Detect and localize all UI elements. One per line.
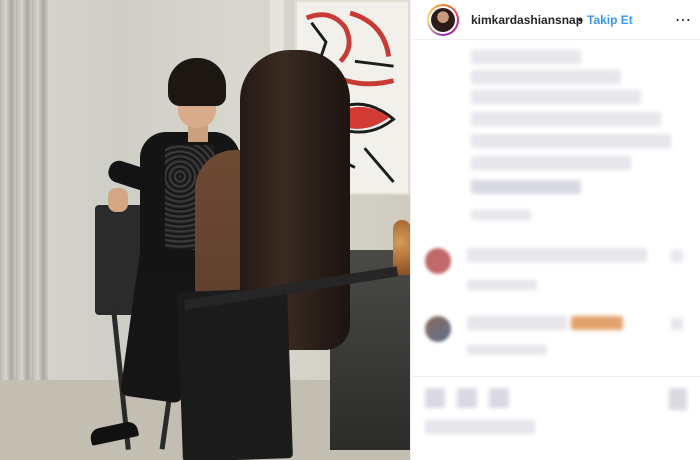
caption-line [471, 112, 661, 126]
caption-line [471, 180, 581, 194]
profile-avatar[interactable] [427, 4, 459, 36]
caption-line [471, 70, 621, 84]
seated-figure-hand [108, 188, 128, 212]
caption-line [471, 134, 671, 148]
follow-button[interactable]: Takip Et [587, 13, 633, 27]
actions-divider [411, 376, 700, 377]
comment-text-pixelated [571, 316, 623, 330]
comment-text-pixelated [467, 248, 647, 262]
seated-figure-hair [168, 58, 226, 106]
right-chair-back [177, 288, 293, 460]
caption-meta [471, 210, 531, 220]
avatar-ring [429, 6, 457, 34]
separator-dot: • [578, 13, 583, 27]
caption-line [471, 90, 641, 104]
commenter-avatar[interactable] [425, 316, 451, 342]
bookmark-icon[interactable] [669, 388, 687, 410]
more-options-icon[interactable]: ⋯ [675, 10, 692, 30]
caption-line [471, 50, 581, 64]
comment-like-icon[interactable] [671, 318, 683, 330]
username-link[interactable]: kimkardashiansnap [471, 13, 583, 27]
commenter-avatar[interactable] [425, 248, 451, 274]
likes-count-pixelated [425, 420, 535, 434]
like-icon[interactable] [425, 388, 445, 408]
avatar-photo [431, 8, 455, 32]
comment-text-pixelated [467, 316, 567, 330]
comment-icon[interactable] [457, 388, 477, 408]
post-side-panel: kimkardashiansnap • Takip Et ⋯ [410, 0, 700, 460]
post-photo[interactable] [0, 0, 410, 460]
comment-meta [467, 280, 537, 290]
comment-meta [467, 345, 547, 355]
caption-line [471, 156, 631, 170]
share-icon[interactable] [489, 388, 509, 408]
post-header: kimkardashiansnap • Takip Et ⋯ [411, 0, 700, 40]
comment-like-icon[interactable] [671, 250, 683, 262]
